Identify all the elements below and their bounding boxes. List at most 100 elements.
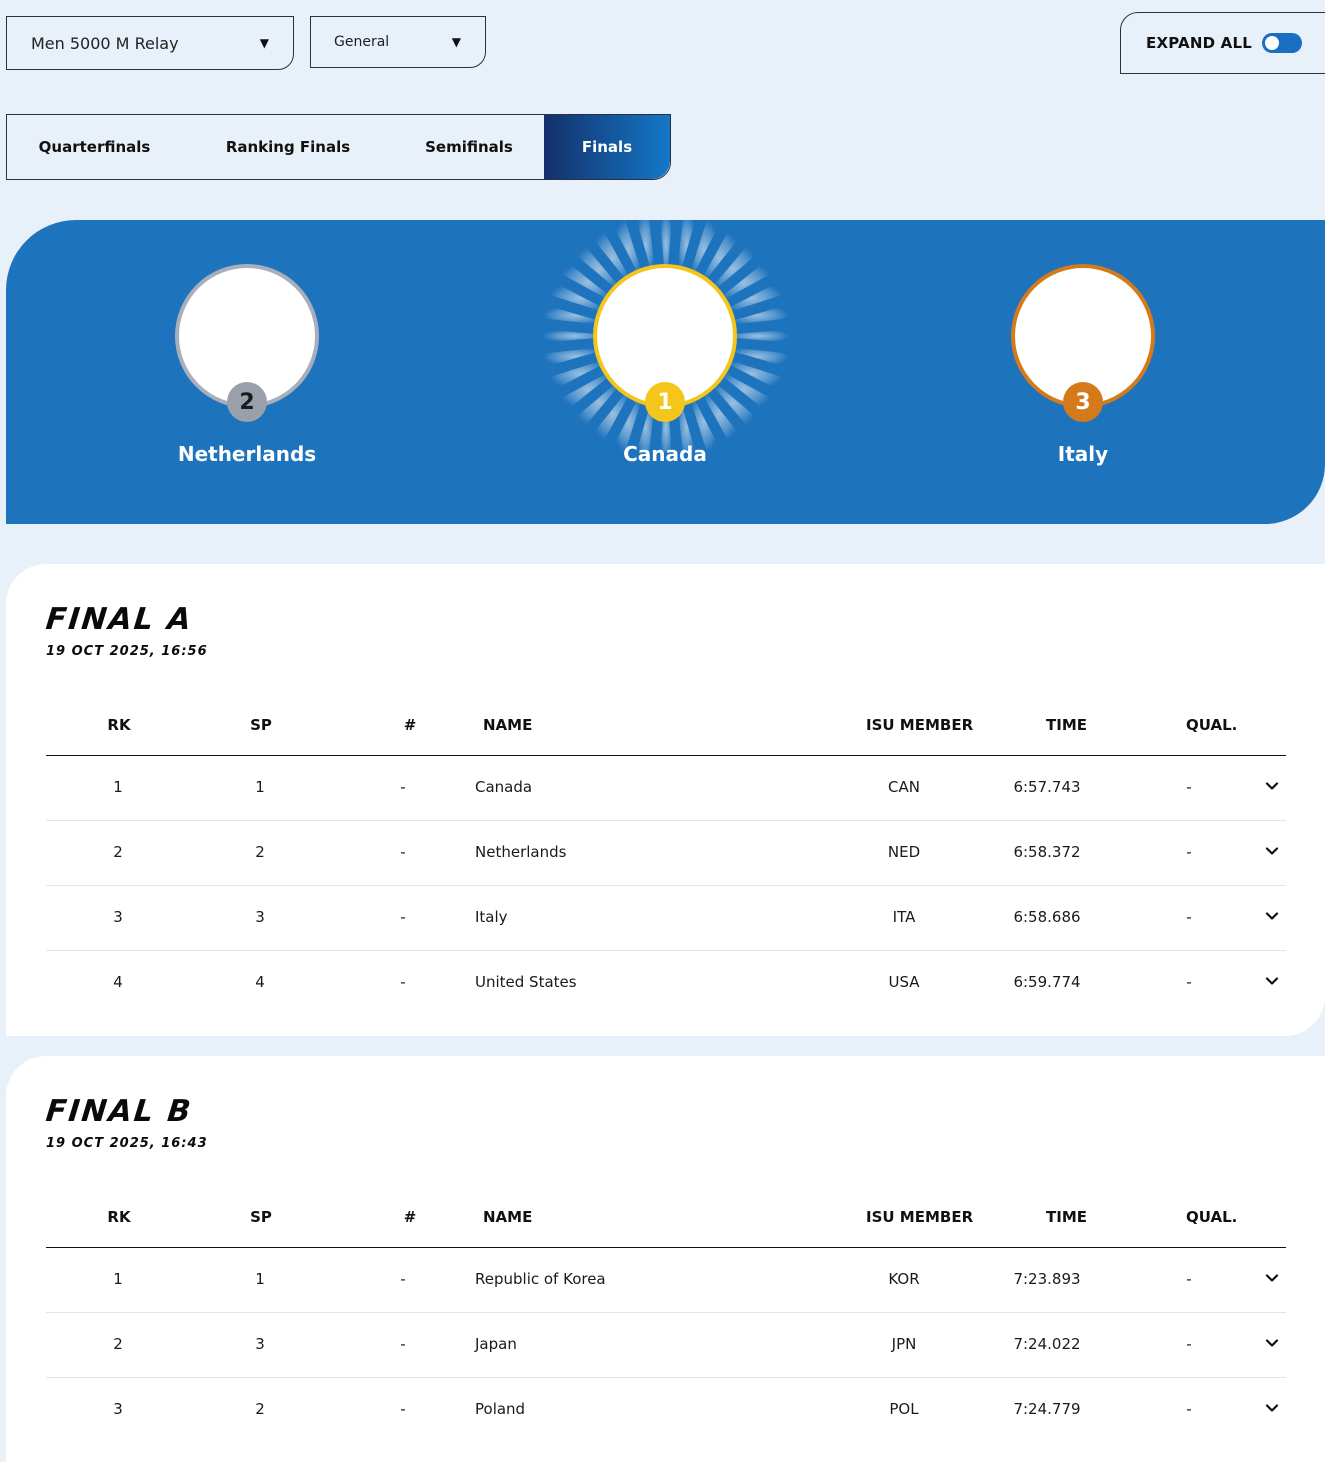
team-photo-placeholder: 2 [175, 264, 319, 422]
final-a-date: 19 OCT 2025, 16:56 [46, 644, 208, 659]
cell-name: Canada [475, 778, 533, 796]
cell-rank: 1 [113, 1270, 123, 1288]
cell-qual: - [1186, 1335, 1192, 1353]
cell-name: Italy [475, 908, 508, 926]
chevron-down-icon[interactable] [1264, 1335, 1280, 1351]
cell-number: - [400, 973, 406, 991]
cell-name: Netherlands [475, 843, 567, 861]
cell-start-position: 3 [255, 1335, 265, 1353]
podium-banner: 2 Netherlands 1 Canada 3 Italy [6, 220, 1325, 524]
col-time: TIME [1046, 716, 1087, 734]
cell-name: Japan [475, 1335, 517, 1353]
podium-third-name: Italy [1057, 442, 1109, 466]
chevron-down-icon[interactable] [1264, 1270, 1280, 1286]
col-isu-member: ISU MEMBER [866, 716, 974, 734]
table-row[interactable]: 3 3 - Italy ITA 6:58.686 - [46, 886, 1286, 951]
expand-all-control: EXPAND ALL [1120, 12, 1325, 74]
col-time: TIME [1046, 1208, 1087, 1226]
event-select[interactable]: Men 5000 M Relay ▼ [6, 16, 294, 70]
chevron-down-icon[interactable] [1264, 1400, 1280, 1416]
cell-isu-member: POL [889, 1400, 919, 1418]
cell-isu-member: KOR [888, 1270, 920, 1288]
final-b-card: FINAL B 19 OCT 2025, 16:43 RK SP # NAME … [6, 1056, 1325, 1462]
cell-qual: - [1186, 778, 1192, 796]
table-row[interactable]: 3 2 - Poland POL 7:24.779 - [46, 1378, 1286, 1443]
col-isu-member: ISU MEMBER [866, 1208, 974, 1226]
chevron-down-icon[interactable] [1264, 973, 1280, 989]
type-select-value: General [334, 34, 390, 50]
podium-second-name: Netherlands [177, 442, 317, 466]
cell-number: - [400, 1270, 406, 1288]
team-photo-placeholder: 3 [1011, 264, 1155, 422]
cell-rank: 2 [113, 1335, 123, 1353]
event-select-value: Men 5000 M Relay [31, 33, 179, 53]
col-sp: SP [250, 1208, 272, 1226]
table-row[interactable]: 1 1 - Republic of Korea KOR 7:23.893 - [46, 1248, 1286, 1313]
expand-all-toggle[interactable] [1262, 33, 1302, 53]
table-row[interactable]: 2 3 - Japan JPN 7:24.022 - [46, 1313, 1286, 1378]
col-sp: SP [250, 716, 272, 734]
cell-number: - [400, 1335, 406, 1353]
cell-rank: 1 [113, 778, 123, 796]
cell-isu-member: USA [888, 973, 920, 991]
type-select[interactable]: General ▼ [310, 16, 486, 68]
cell-qual: - [1186, 1400, 1192, 1418]
cell-number: - [400, 778, 406, 796]
cell-time: 7:24.022 [1013, 1335, 1081, 1353]
cell-isu-member: NED [887, 843, 921, 861]
col-number: # [403, 716, 417, 734]
cell-time: 6:58.686 [1013, 908, 1081, 926]
results-table-header: RK SP # NAME ISU MEMBER TIME QUAL. [46, 1192, 1286, 1248]
rank-badge-gold: 1 [645, 382, 685, 422]
cell-name: Poland [475, 1400, 526, 1418]
cell-start-position: 2 [255, 1400, 265, 1418]
caret-down-icon: ▼ [451, 35, 461, 49]
tab-quarterfinals[interactable]: Quarterfinals [7, 115, 182, 179]
podium-second: 2 Netherlands [172, 264, 322, 466]
table-row[interactable]: 4 4 - United States USA 6:59.774 - [46, 951, 1286, 1016]
podium-third: 3 Italy [1008, 264, 1158, 466]
tab-finals[interactable]: Finals [544, 115, 670, 179]
final-a-card: FINAL A 19 OCT 2025, 16:56 RK SP # NAME … [6, 564, 1325, 1036]
cell-name: United States [475, 973, 577, 991]
table-row[interactable]: 2 2 - Netherlands NED 6:58.372 - [46, 821, 1286, 886]
col-rk: RK [107, 1208, 131, 1226]
cell-time: 7:24.779 [1013, 1400, 1081, 1418]
chevron-down-icon[interactable] [1264, 843, 1280, 859]
cell-start-position: 2 [255, 843, 265, 861]
cell-qual: - [1186, 973, 1192, 991]
results-table-header: RK SP # NAME ISU MEMBER TIME QUAL. [46, 700, 1286, 756]
team-photo-placeholder: 1 [593, 264, 737, 422]
cell-rank: 3 [113, 908, 123, 926]
col-rk: RK [107, 716, 131, 734]
tab-ranking-finals[interactable]: Ranking Finals [182, 115, 394, 179]
tab-semifinals[interactable]: Semifinals [394, 115, 544, 179]
cell-qual: - [1186, 843, 1192, 861]
cell-time: 6:59.774 [1013, 973, 1081, 991]
col-name: NAME [483, 716, 533, 734]
cell-isu-member: JPN [891, 1335, 917, 1353]
cell-time: 6:57.743 [1013, 778, 1081, 796]
podium-first-name: Canada [623, 442, 707, 466]
cell-time: 6:58.372 [1013, 843, 1081, 861]
chevron-down-icon[interactable] [1264, 778, 1280, 794]
expand-all-label: EXPAND ALL [1146, 34, 1252, 52]
cell-number: - [400, 843, 406, 861]
cell-start-position: 1 [255, 1270, 265, 1288]
final-b-title: FINAL B [44, 1094, 195, 1129]
final-a-title: FINAL A [44, 602, 195, 637]
cell-start-position: 4 [255, 973, 265, 991]
final-b-date: 19 OCT 2025, 16:43 [46, 1136, 208, 1151]
caret-down-icon: ▼ [259, 36, 269, 50]
cell-number: - [400, 1400, 406, 1418]
cell-number: - [400, 908, 406, 926]
table-row[interactable]: 1 1 - Canada CAN 6:57.743 - [46, 756, 1286, 821]
cell-start-position: 3 [255, 908, 265, 926]
chevron-down-icon[interactable] [1264, 908, 1280, 924]
col-number: # [403, 1208, 417, 1226]
col-qual: QUAL. [1186, 716, 1238, 734]
cell-name: Republic of Korea [475, 1270, 606, 1288]
col-name: NAME [483, 1208, 533, 1226]
podium-first: 1 Canada [590, 264, 740, 466]
cell-isu-member: ITA [892, 908, 916, 926]
